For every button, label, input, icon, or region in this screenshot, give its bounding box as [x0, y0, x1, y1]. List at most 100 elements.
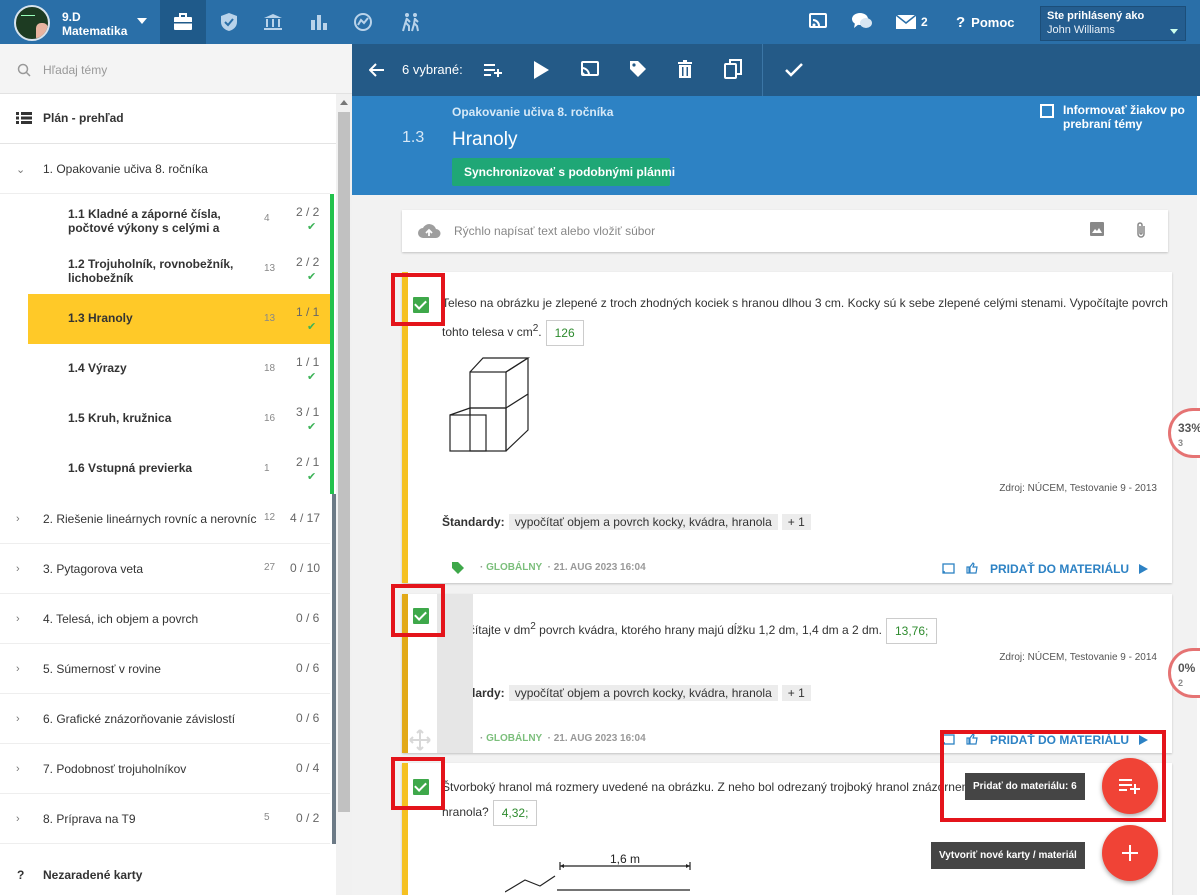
stats-nav-button[interactable] — [296, 0, 342, 44]
tag-icon[interactable] — [452, 562, 464, 574]
plus-icon — [1122, 845, 1138, 861]
cast-icon[interactable] — [580, 61, 600, 77]
status-bar — [330, 294, 334, 344]
standards-row: Štandardy: vypočítať objem a povrch kocky… — [442, 514, 811, 530]
highlight-box — [940, 730, 1166, 822]
help-button[interactable]: ? Pomoc — [956, 14, 1015, 31]
more-standards-tag[interactable]: + 1 — [781, 514, 811, 530]
thumb-up-icon[interactable] — [966, 562, 978, 574]
class-dropdown-icon[interactable] — [137, 18, 147, 24]
search-input[interactable]: Hľadaj témy — [43, 63, 107, 77]
search-icon — [17, 63, 31, 77]
chat-button[interactable] — [851, 12, 873, 30]
subtopic-label: 1.3 Hranoly — [68, 311, 133, 325]
shield-icon — [221, 13, 237, 31]
cast-icon[interactable] — [942, 563, 955, 574]
user-menu[interactable]: Ste prihlásený ako John Williams — [1040, 6, 1186, 41]
card-select-checkbox[interactable] — [413, 779, 429, 795]
chevron-down-icon[interactable]: ⌄ — [16, 163, 25, 176]
topic-search[interactable]: Hľadaj témy — [0, 44, 352, 94]
trash-icon[interactable] — [678, 60, 692, 78]
image-icon[interactable] — [1090, 222, 1104, 236]
play-icon[interactable] — [1139, 564, 1148, 574]
shield-nav-button[interactable] — [206, 0, 252, 44]
more-standards-tag[interactable]: + 1 — [781, 685, 811, 701]
back-arrow-icon[interactable] — [369, 63, 385, 77]
subtopic-item-selected[interactable]: 1.3 Hranoly 13 1 / 1 ✔ — [28, 294, 334, 344]
card-select-checkbox[interactable] — [413, 297, 429, 313]
status-bar — [330, 244, 334, 294]
subject-name[interactable]: Matematika — [62, 24, 127, 38]
chevron-right-icon[interactable]: › — [16, 663, 20, 675]
play-icon[interactable] — [533, 61, 549, 79]
check-icon[interactable] — [785, 63, 803, 77]
scrollbar-thumb[interactable] — [338, 112, 350, 812]
card-count: 1 — [264, 463, 270, 474]
chapter-item[interactable]: › 7. Podobnosť trojuholníkov 0 / 4 — [0, 744, 336, 794]
scope-label: GLOBÁLNY — [486, 733, 543, 744]
chevron-right-icon[interactable]: › — [16, 563, 20, 575]
subtopic-item[interactable]: 1.5 Kruh, kružnica 16 3 / 1 ✔ — [28, 394, 334, 444]
chevron-right-icon[interactable]: › — [16, 763, 20, 775]
standard-tag[interactable]: vypočítať objem a povrch kocky, kvádra, … — [508, 685, 778, 701]
bar-chart-icon — [311, 15, 327, 30]
move-icon[interactable] — [409, 729, 431, 751]
analytics-nav-button[interactable] — [340, 0, 386, 44]
activity-nav-button[interactable] — [388, 0, 434, 44]
sync-plans-button[interactable]: Synchronizovať s podobnými plánmi — [452, 158, 675, 186]
scope-label: GLOBÁLNY — [486, 562, 543, 573]
chevron-right-icon[interactable]: › — [16, 713, 20, 725]
subtopic-item[interactable]: 1.1 Kladné a záporné čísla, počtové výko… — [28, 194, 334, 244]
class-avatar[interactable] — [14, 5, 50, 41]
class-name[interactable]: 9.D — [62, 10, 81, 24]
chapter-item[interactable]: › 3. Pytagorova veta 27 0 / 10 — [0, 544, 336, 594]
chevron-right-icon[interactable]: › — [16, 513, 20, 525]
briefcase-nav-button[interactable] — [160, 0, 206, 44]
subtopic-item[interactable]: 1.2 Trojuholník, rovnobežník, lichobežní… — [28, 244, 334, 294]
quick-input-field[interactable]: Rýchlo napísať text alebo vložiť súbor — [454, 224, 655, 238]
copy-icon[interactable] — [724, 59, 742, 79]
card-select-checkbox[interactable] — [413, 608, 429, 624]
inform-students-checkbox[interactable] — [1040, 104, 1054, 118]
institution-nav-button[interactable] — [250, 0, 296, 44]
messages-button[interactable] — [896, 15, 916, 29]
chapter-item[interactable]: ⌄ 1. Opakovanie učiva 8. ročníka — [0, 144, 330, 194]
progress-fraction: 3 / 1 — [296, 405, 320, 419]
scroll-up-icon[interactable] — [340, 100, 348, 105]
status-bar — [330, 344, 334, 394]
top-bar: 9.D Matematika 2 ? Pomoc Ste prihlásený a… — [0, 0, 1200, 44]
add-to-material-link[interactable]: PRIDAŤ DO MATERIÁLU — [990, 562, 1129, 576]
prism-figure — [505, 862, 691, 893]
chevron-right-icon[interactable]: › — [16, 613, 20, 625]
quick-input-bar[interactable]: Rýchlo napísať text alebo vložiť súbor — [402, 210, 1168, 252]
card-count: 18 — [264, 363, 276, 374]
card-date: 21. AUG 2023 16:04 — [553, 562, 646, 573]
chapter-label: 8. Príprava na T9 — [43, 812, 136, 826]
chapter-item[interactable]: › 5. Súmernosť v rovine 0 / 6 — [0, 644, 336, 694]
chapter-item[interactable]: › 6. Grafické znázorňovanie závislostí 0… — [0, 694, 336, 744]
subtopic-item[interactable]: 1.4 Výrazy 18 1 / 1 ✔ — [28, 344, 334, 394]
cloud-upload-icon[interactable] — [417, 223, 441, 239]
standards-row: Štandardy: vypočítať objem a povrch kocky… — [442, 685, 811, 701]
subtopic-label: 1.1 Kladné a záporné čísla, počtové výko… — [68, 207, 221, 235]
chevron-right-icon[interactable]: › — [16, 813, 20, 825]
topic-parent: Opakovanie učiva 8. ročníka — [452, 105, 614, 119]
attachment-icon[interactable] — [1136, 221, 1146, 239]
card-date: 21. AUG 2023 16:04 — [553, 733, 646, 744]
subtopic-item[interactable]: 1.6 Vstupná previerka 1 2 / 1 ✔ — [28, 444, 334, 494]
plan-overview[interactable]: Plán - prehľad — [0, 94, 336, 144]
chapter-item[interactable]: › 4. Telesá, ich objem a povrch 0 / 6 — [0, 594, 336, 644]
status-bar — [330, 194, 334, 244]
chapter-item[interactable]: › 2. Riešenie lineárnych rovníc a nerovn… — [0, 494, 336, 544]
playlist-add-icon[interactable] — [484, 63, 502, 77]
chapter-label: 5. Súmernosť v rovine — [43, 662, 161, 676]
standard-tag[interactable]: vypočítať objem a povrch kocky, kvádra, … — [508, 514, 778, 530]
chapter-item[interactable]: › 8. Príprava na T9 5 0 / 2 — [0, 794, 336, 844]
subtopic-label: 1.4 Výrazy — [68, 361, 127, 375]
cast-button[interactable] — [808, 12, 828, 30]
create-cards-fab[interactable] — [1102, 825, 1158, 881]
unassigned-cards[interactable]: ? Nezaradené karty — [0, 850, 336, 895]
walking-icon — [402, 13, 419, 32]
tag-icon[interactable] — [629, 60, 647, 78]
chapter-label: 4. Telesá, ich objem a povrch — [43, 612, 199, 626]
